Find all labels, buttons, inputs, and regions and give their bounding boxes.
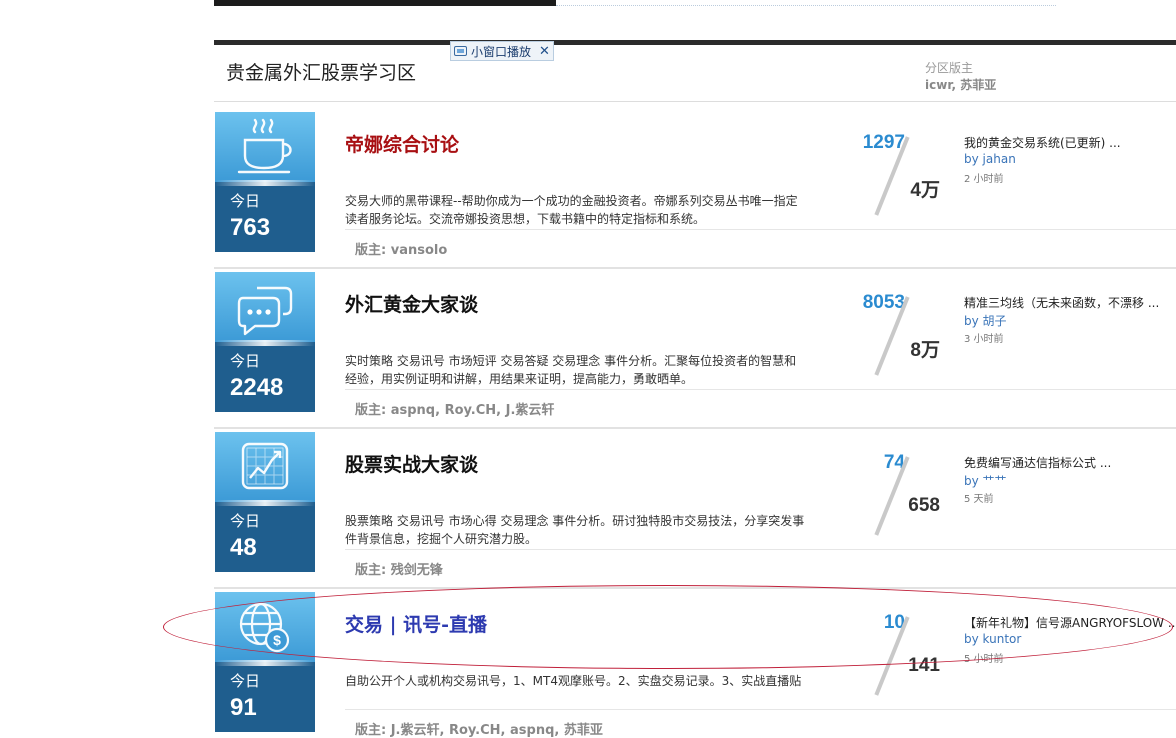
coffee-cup-icon (237, 118, 292, 174)
section-divider (214, 101, 1176, 102)
icon-shine (215, 660, 315, 666)
last-post-author-link[interactable]: 胡子 (983, 314, 1007, 328)
mini-window-play-button[interactable]: 小窗口播放 ✕ (450, 41, 554, 61)
top-banner-strip (214, 0, 556, 6)
forum-separator (345, 549, 1176, 550)
top-banner-links (556, 0, 1056, 6)
last-post-author-link[interactable]: 艹艹 (983, 474, 1007, 488)
thread-count: 8053 (862, 292, 905, 313)
forum-separator (345, 389, 1176, 390)
last-post-title-link[interactable]: 精准三均线（无未来函数，不漂移 ... (964, 294, 1159, 311)
by-label: by (964, 314, 979, 328)
forum-moderators[interactable]: 版主: J.紫云轩, Roy.CH, aspnq, 苏菲亚 (355, 719, 603, 738)
forum-moderators[interactable]: 版主: aspnq, Roy.CH, J.紫云轩 (355, 399, 554, 418)
today-count: 763 (230, 214, 271, 241)
section-top-border (214, 40, 1176, 45)
post-count: 8万 (910, 340, 940, 361)
by-label: by (964, 152, 979, 166)
forum-separator (345, 229, 1176, 230)
by-label: by (964, 474, 979, 488)
today-count: 91 (230, 694, 257, 721)
today-label: 今日 (230, 672, 261, 690)
last-post-author-link[interactable]: jahan (983, 152, 1016, 166)
chat-bubbles-icon (237, 286, 293, 336)
tv-icon (454, 46, 467, 56)
icon-shine (215, 180, 315, 186)
icon-shine (215, 500, 315, 506)
mini-window-label: 小窗口播放 (471, 44, 532, 59)
forum-description: 实时策略 交易讯号 市场短评 交易答疑 交易理念 事件分析。汇聚每位投资者的智慧… (345, 354, 797, 386)
forum-icon-box[interactable]: 今日 48 (215, 432, 315, 572)
last-post-author: by jahan (964, 152, 1016, 166)
last-post-time: 5 天前 (964, 494, 994, 505)
forum-icon-box[interactable]: 今日 763 (215, 112, 315, 252)
forum-name-link[interactable]: 外汇黄金大家谈 (345, 290, 478, 317)
today-label: 今日 (230, 352, 261, 370)
section-title: 贵金属外汇股票学习区 (226, 62, 417, 84)
forum-row: 今日 2248 外汇黄金大家谈 实时策略 交易讯号 市场短评 交易答疑 交易理念… (214, 272, 1176, 432)
today-label: 今日 (230, 192, 261, 210)
forum-icon-box[interactable]: 今日 2248 (215, 272, 315, 412)
forum-name-link[interactable]: 帝娜综合讨论 (345, 130, 459, 157)
forum-moderators[interactable]: 版主: 残剑无锋 (355, 559, 443, 578)
forum-description: 交易大师的黑带课程--帮助你成为一个成功的金融投资者。帝娜系列交易丛书唯一指定读… (345, 194, 798, 226)
post-count: 658 (908, 495, 940, 516)
forum-separator (345, 709, 1176, 710)
forum-row-divider (214, 427, 1176, 429)
icon-shine (215, 340, 315, 346)
section-moderators[interactable]: icwr, 苏菲亚 (925, 76, 996, 93)
thread-count: 74 (883, 452, 905, 473)
last-post-title-link[interactable]: 我的黄金交易系统(已更新) ... (964, 134, 1121, 151)
forum-row-divider (214, 267, 1176, 269)
section-moderators-label: 分区版主 (925, 61, 974, 75)
close-icon[interactable]: ✕ (539, 44, 550, 59)
post-count: 4万 (910, 180, 940, 201)
stock-chart-icon (241, 442, 289, 490)
red-highlight-ellipse (163, 585, 1173, 669)
forum-description: 自助公开个人或机构交易讯号，1、MT4观摩账号。2、实盘交易记录。3、实战直播贴 (345, 674, 802, 688)
forum-row: 今日 763 帝娜综合讨论 交易大师的黑带课程--帮助你成为一个成功的金融投资者… (214, 112, 1176, 272)
thread-count: 1297 (862, 132, 905, 153)
last-post-title-link[interactable]: 免费编写通达信指标公式 ... (964, 454, 1111, 471)
last-post-time: 2 小时前 (964, 174, 1004, 185)
today-count: 2248 (230, 374, 284, 401)
last-post-time: 3 小时前 (964, 334, 1004, 345)
forum-name-link[interactable]: 股票实战大家谈 (345, 450, 478, 477)
forum-moderators[interactable]: 版主: vansolo (355, 239, 447, 258)
today-count: 48 (230, 534, 257, 561)
last-post-author: by 艹艹 (964, 472, 1007, 489)
today-label: 今日 (230, 512, 261, 530)
forum-description: 股票策略 交易讯号 市场心得 交易理念 事件分析。研讨独特股市交易技法，分享突发… (345, 514, 805, 546)
last-post-author: by 胡子 (964, 312, 1007, 329)
forum-row: 今日 48 股票实战大家谈 股票策略 交易讯号 市场心得 交易理念 事件分析。研… (214, 432, 1176, 592)
